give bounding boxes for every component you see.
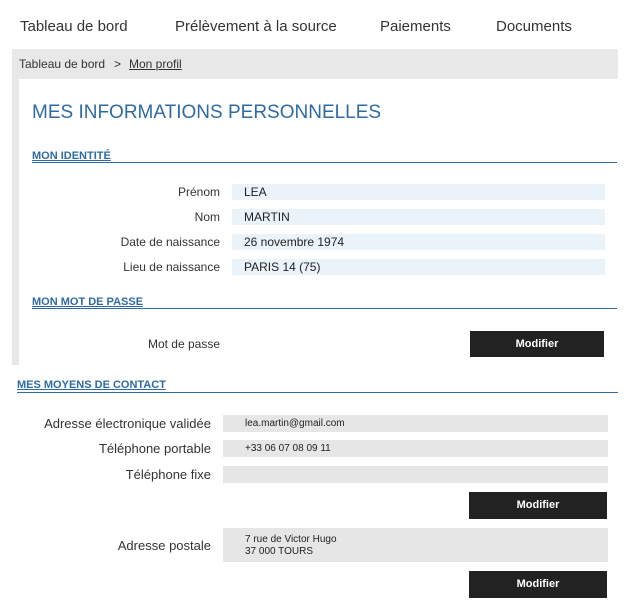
birth-place-value: PARIS 14 (75) (232, 259, 605, 275)
breadcrumb-current[interactable]: Mon profil (129, 57, 182, 71)
last-name-value: MARTIN (232, 209, 605, 225)
birth-date-label: Date de naissance (120, 235, 220, 249)
breadcrumb-home[interactable]: Tableau de bord (19, 57, 105, 71)
first-name-label: Prénom (177, 185, 220, 199)
birth-place-label: Lieu de naissance (123, 260, 220, 274)
page-title: MES INFORMATIONS PERSONNELLES (32, 102, 382, 123)
nav-item-documents[interactable]: Documents (496, 18, 572, 35)
top-navigation: Tableau de bord Prélèvement à la source … (0, 0, 632, 50)
nav-item-withholding-tax[interactable]: Prélèvement à la source (175, 18, 337, 35)
first-name-value: LEA (232, 184, 605, 200)
email-label: Adresse électronique validée (44, 416, 211, 431)
nav-item-dashboard[interactable]: Tableau de bord (20, 18, 128, 35)
modify-password-button[interactable]: Modifier (470, 331, 604, 357)
password-section-divider (32, 308, 617, 309)
mobile-phone-value: +33 06 07 08 09 11 (223, 440, 608, 457)
contact-section-divider (17, 392, 618, 393)
modify-contact-button[interactable]: Modifier (469, 492, 607, 519)
breadcrumb-separator: > (114, 57, 122, 71)
left-accent-bar (12, 79, 19, 365)
password-section-title: MON MOT DE PASSE (32, 296, 144, 308)
identity-section-title: MON IDENTITÉ (32, 150, 111, 162)
identity-section-divider (32, 162, 617, 163)
email-value: lea.martin@gmail.com (223, 415, 608, 432)
breadcrumb: Tableau de bord > Mon profil (12, 49, 618, 79)
address-line-2: 37 000 TOURS (245, 546, 314, 557)
nav-item-payments[interactable]: Paiements (380, 18, 451, 35)
postal-address-label: Adresse postale (117, 538, 211, 553)
modify-address-button[interactable]: Modifier (469, 571, 607, 598)
postal-address-value: 7 rue de Victor Hugo 37 000 TOURS (223, 528, 608, 562)
landline-phone-label: Téléphone fixe (125, 467, 211, 482)
address-line-1: 7 rue de Victor Hugo (245, 534, 337, 545)
password-label: Mot de passe (147, 337, 220, 351)
landline-phone-value (223, 466, 608, 483)
mobile-phone-label: Téléphone portable (98, 441, 211, 456)
birth-date-value: 26 novembre 1974 (232, 234, 605, 250)
last-name-label: Nom (194, 210, 220, 224)
contact-section-title: MES MOYENS DE CONTACT (17, 379, 166, 391)
